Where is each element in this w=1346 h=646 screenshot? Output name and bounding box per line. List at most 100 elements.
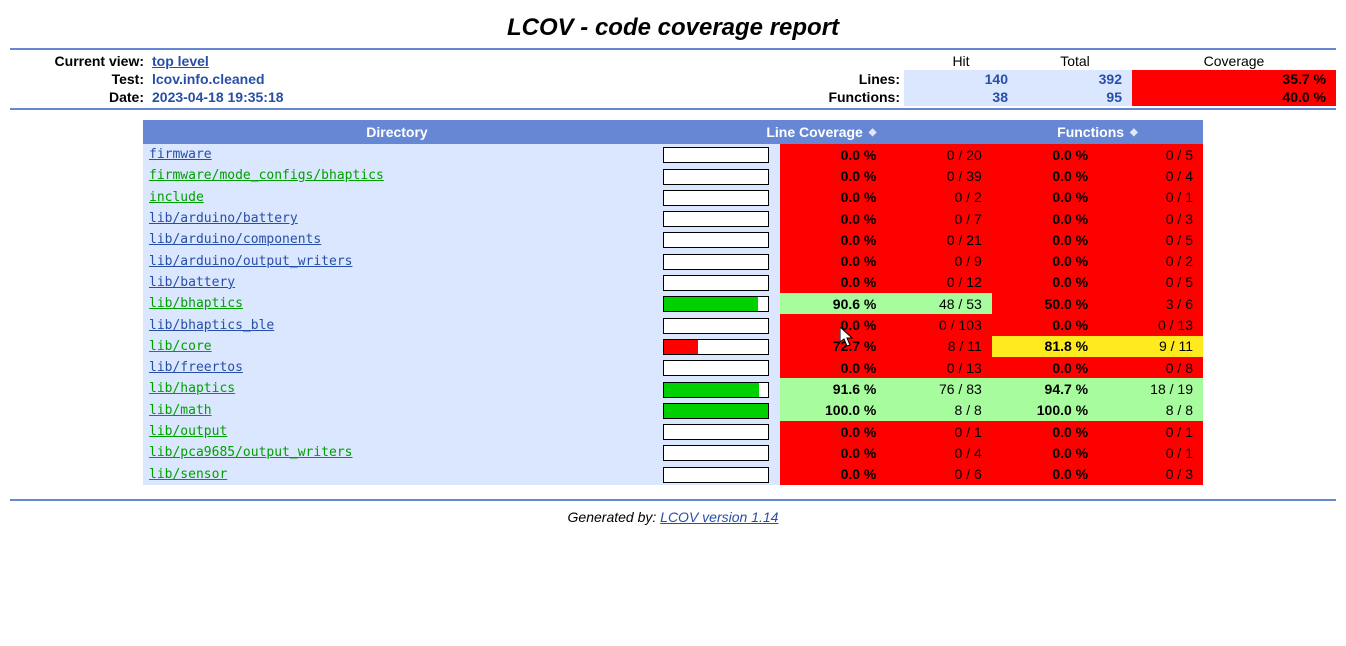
coverage-bar	[651, 336, 780, 357]
table-row: lib/bhaptics_ble0.0 %0 / 1030.0 %0 / 13	[143, 314, 1203, 335]
directory-link[interactable]: lib/arduino/output_writers	[149, 254, 353, 269]
directory-link[interactable]: lib/pca9685/output_writers	[149, 445, 353, 460]
func-pct: 0.0 %	[992, 314, 1098, 335]
coverage-bar	[651, 400, 780, 421]
line-pct: 0.0 %	[780, 144, 886, 165]
table-row: include0.0 %0 / 20.0 %0 / 1	[143, 187, 1203, 208]
current-view-value[interactable]: top level	[148, 52, 292, 70]
lines-coverage: 35.7 %	[1132, 70, 1336, 88]
func-pct: 0.0 %	[992, 442, 1098, 463]
coverage-bar	[651, 229, 780, 250]
line-pct: 0.0 %	[780, 250, 886, 271]
directory-link[interactable]: lib/math	[149, 403, 212, 418]
func-pct: 0.0 %	[992, 229, 1098, 250]
table-row: lib/math100.0 %8 / 8100.0 %8 / 8	[143, 400, 1203, 421]
col-hit: Hit	[904, 52, 1018, 70]
test-value: lcov.info.cleaned	[148, 70, 292, 88]
directory-link[interactable]: lib/arduino/components	[149, 232, 321, 247]
func-pct: 0.0 %	[992, 144, 1098, 165]
table-row: lib/sensor0.0 %0 / 60.0 %0 / 3	[143, 463, 1203, 484]
current-view-label: Current view:	[10, 52, 148, 70]
col-total: Total	[1018, 52, 1132, 70]
summary-table: Current view: top level Hit Total Covera…	[10, 52, 1336, 106]
directory-link[interactable]: lib/arduino/battery	[149, 211, 298, 226]
line-pct: 0.0 %	[780, 442, 886, 463]
lines-label: Lines:	[822, 70, 904, 88]
line-frac: 0 / 1	[886, 421, 991, 442]
func-pct: 0.0 %	[992, 421, 1098, 442]
table-row: lib/battery0.0 %0 / 120.0 %0 / 5	[143, 272, 1203, 293]
line-pct: 91.6 %	[780, 378, 886, 399]
line-pct: 0.0 %	[780, 421, 886, 442]
directory-link[interactable]: lib/battery	[149, 275, 235, 290]
table-row: firmware/mode_configs/bhaptics 0.0 %0 / 3…	[143, 165, 1203, 186]
directory-link[interactable]: lib/output	[149, 424, 227, 439]
line-frac: 0 / 6	[886, 463, 991, 484]
functions-hit: 38	[904, 88, 1018, 106]
line-frac: 0 / 2	[886, 187, 991, 208]
line-pct: 0.0 %	[780, 314, 886, 335]
page-title: LCOV - code coverage report	[10, 8, 1336, 46]
func-frac: 0 / 13	[1098, 314, 1203, 335]
functions-label: Functions:	[822, 88, 904, 106]
functions-coverage: 40.0 %	[1132, 88, 1336, 106]
lcov-link[interactable]: LCOV version 1.14	[660, 509, 778, 525]
func-pct: 0.0 %	[992, 208, 1098, 229]
func-pct: 0.0 %	[992, 165, 1098, 186]
directory-link[interactable]: include	[149, 190, 204, 205]
coverage-bar	[651, 357, 780, 378]
coverage-table: Directory Line Coverage ◆ Functions ◆ fi…	[143, 120, 1203, 485]
line-frac: 0 / 12	[886, 272, 991, 293]
line-pct: 90.6 %	[780, 293, 886, 314]
th-functions[interactable]: Functions ◆	[992, 120, 1203, 144]
func-frac: 0 / 8	[1098, 357, 1203, 378]
directory-link[interactable]: lib/core	[149, 339, 212, 354]
directory-link[interactable]: lib/freertos	[149, 360, 243, 375]
divider	[10, 108, 1336, 110]
date-label: Date:	[10, 88, 148, 106]
func-pct: 0.0 %	[992, 357, 1098, 378]
date-value: 2023-04-18 19:35:18	[148, 88, 292, 106]
directory-link[interactable]: firmware	[149, 147, 212, 162]
directory-link[interactable]: lib/bhaptics_ble	[149, 318, 274, 333]
table-row: lib/arduino/battery0.0 %0 / 70.0 %0 / 3	[143, 208, 1203, 229]
line-frac: 0 / 39	[886, 165, 991, 186]
lines-total: 392	[1018, 70, 1132, 88]
table-row: lib/freertos0.0 %0 / 130.0 %0 / 8	[143, 357, 1203, 378]
table-row: firmware0.0 %0 / 200.0 %0 / 5	[143, 144, 1203, 165]
coverage-bar	[651, 421, 780, 442]
func-pct: 0.0 %	[992, 250, 1098, 271]
line-pct: 0.0 %	[780, 208, 886, 229]
line-frac: 0 / 9	[886, 250, 991, 271]
coverage-bar	[651, 144, 780, 165]
sort-icon: ◆	[1130, 128, 1138, 138]
directory-link[interactable]: lib/haptics	[149, 381, 235, 396]
line-frac: 0 / 21	[886, 229, 991, 250]
line-pct: 0.0 %	[780, 165, 886, 186]
table-row: lib/output0.0 %0 / 10.0 %0 / 1	[143, 421, 1203, 442]
func-pct: 100.0 %	[992, 400, 1098, 421]
functions-total: 95	[1018, 88, 1132, 106]
func-frac: 0 / 5	[1098, 272, 1203, 293]
th-line-coverage[interactable]: Line Coverage ◆	[651, 120, 992, 144]
func-frac: 8 / 8	[1098, 400, 1203, 421]
col-coverage: Coverage	[1132, 52, 1336, 70]
func-frac: 0 / 5	[1098, 144, 1203, 165]
func-pct: 81.8 %	[992, 336, 1098, 357]
table-row: lib/core72.7 %8 / 1181.8 %9 / 11	[143, 336, 1203, 357]
directory-link[interactable]: firmware/mode_configs/bhaptics	[149, 168, 384, 183]
directory-link[interactable]: lib/sensor	[149, 467, 227, 482]
func-frac: 0 / 1	[1098, 442, 1203, 463]
divider	[10, 48, 1336, 50]
lines-hit: 140	[904, 70, 1018, 88]
line-frac: 76 / 83	[886, 378, 991, 399]
line-pct: 0.0 %	[780, 229, 886, 250]
func-frac: 0 / 5	[1098, 229, 1203, 250]
func-pct: 0.0 %	[992, 272, 1098, 293]
th-directory[interactable]: Directory	[143, 120, 651, 144]
line-pct: 0.0 %	[780, 187, 886, 208]
line-pct: 0.0 %	[780, 357, 886, 378]
func-pct: 0.0 %	[992, 463, 1098, 484]
func-frac: 0 / 1	[1098, 421, 1203, 442]
directory-link[interactable]: lib/bhaptics	[149, 296, 243, 311]
